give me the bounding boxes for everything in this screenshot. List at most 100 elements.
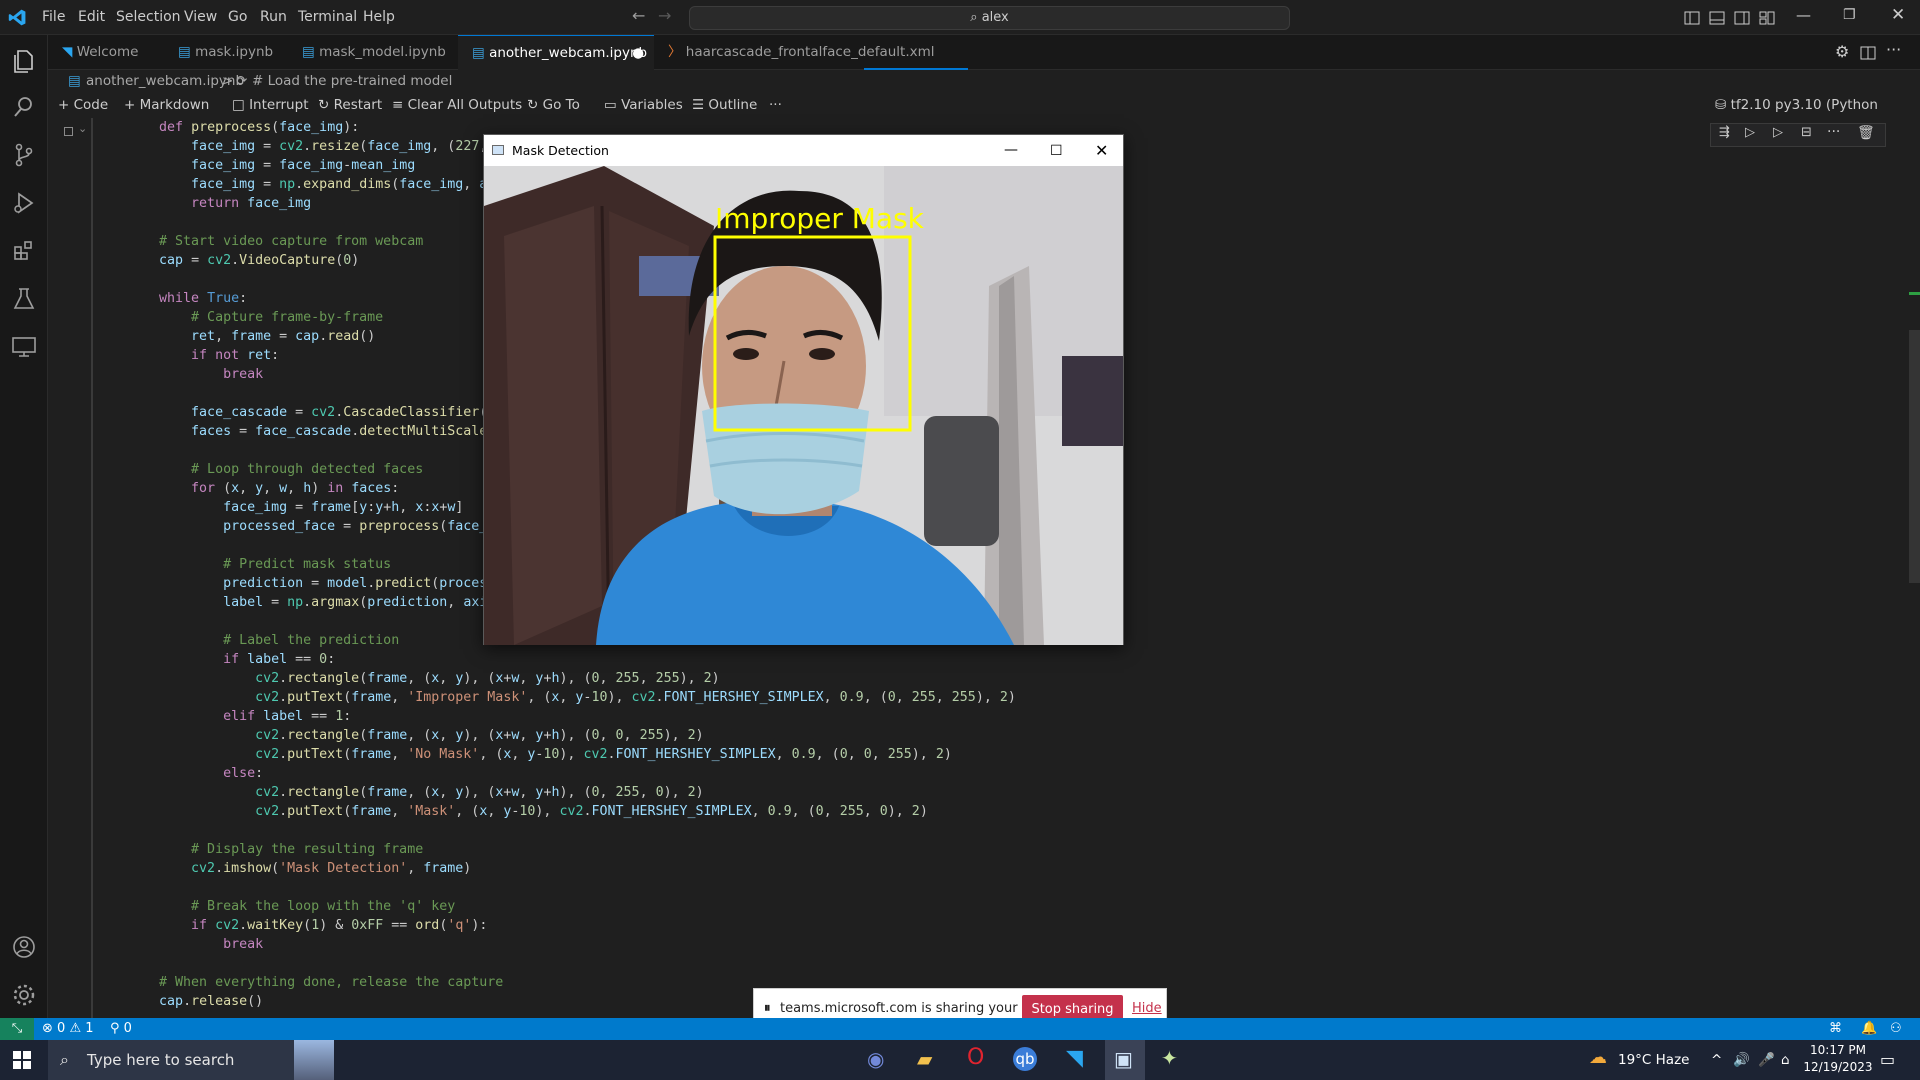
file-explorer-icon[interactable]: ▰ [917,1047,932,1071]
qbittorrent-icon[interactable]: qb [1013,1047,1037,1071]
cell-checkbox-icon[interactable] [64,127,73,136]
add-code-cell-button[interactable]: + Code [58,92,108,118]
code-line[interactable]: else: [127,764,1016,783]
run-by-line-icon[interactable]: ⇶ [1719,125,1730,140]
account-icon[interactable] [10,933,38,961]
tab-another-webcam-ipynb[interactable]: ▤ another_webcam.ipynb ● [458,35,654,70]
tab-mask-model-ipynb[interactable]: ▤ mask_model.ipynb [288,35,458,70]
extensions-icon[interactable] [10,237,38,265]
menu-selection[interactable]: Selection [116,0,181,35]
vscode-taskbar-icon[interactable]: ◥ [1066,1046,1083,1071]
notifications-icon[interactable]: ▭ [1880,1040,1895,1080]
opera-icon[interactable]: O [967,1045,984,1070]
code-line[interactable]: cv2.imshow('Mask Detection', frame) [127,859,1016,878]
menu-view[interactable]: View [184,0,217,35]
volume-icon[interactable]: 🔊 [1733,1040,1750,1080]
gear-icon[interactable] [10,981,38,1009]
minimize-icon[interactable]: — [1796,6,1811,24]
menu-file[interactable]: File [42,0,65,35]
menu-terminal[interactable]: Terminal [298,0,357,35]
code-line[interactable]: cv2.rectangle(frame, (x, y), (x+w, y+h),… [127,783,1016,802]
variables-button[interactable]: ▭ Variables [604,92,683,118]
clock[interactable]: 10:17 PM 12/19/2023 [1803,1042,1873,1078]
code-line[interactable]: cv2.putText(frame, 'Improper Mask', (x, … [127,688,1016,707]
notifications-bell-icon[interactable]: 🔔 [1861,1018,1877,1040]
execute-above-icon[interactable]: ▷ [1745,125,1755,140]
feedback-icon[interactable]: ⚇ [1890,1018,1902,1040]
window-title-bar[interactable]: Mask Detection — ☐ ✕ [484,135,1123,166]
tab-welcome[interactable]: ◥ Welcome [48,35,164,70]
code-line[interactable]: break [127,935,1016,954]
explorer-icon[interactable] [10,47,38,75]
customize-layout-icon[interactable] [1759,10,1775,26]
python-app-icon[interactable]: ✦ [1161,1046,1178,1070]
more-actions-icon[interactable]: ··· [1886,40,1901,59]
split-cell-icon[interactable]: ⊟ [1801,125,1812,140]
minimize-icon[interactable]: — [1004,135,1018,166]
breadcrumb-file[interactable]: another_webcam.ipynb [86,70,244,92]
discord-icon[interactable]: ◉ [867,1047,884,1071]
vertical-scrollbar[interactable] [1909,330,1920,583]
menu-help[interactable]: Help [363,0,395,35]
outline-button[interactable]: ☰ Outline [692,92,757,118]
restore-icon[interactable]: ❐ [1843,7,1856,23]
go-to-button[interactable]: ↻ Go To [527,92,580,118]
unsaved-dot-icon[interactable]: ● [632,36,644,71]
code-line[interactable] [127,954,1016,973]
toggle-sidebar-icon[interactable] [1684,10,1700,26]
code-line[interactable] [127,878,1016,897]
taskbar-search[interactable]: ⌕ Type here to search [48,1040,334,1080]
command-center[interactable]: ⌕ alex [689,6,1290,30]
more-actions-icon[interactable]: ··· [1827,124,1840,140]
weather-text[interactable]: 19°C Haze [1618,1040,1689,1080]
code-line[interactable]: cv2.putText(frame, 'Mask', (x, y-10), cv… [127,802,1016,821]
code-line[interactable]: elif label == 1: [127,707,1016,726]
breadcrumb-cell[interactable]: # Load the pre-trained model [252,70,452,92]
tab-mask-ipynb[interactable]: ▤ mask.ipynb [164,35,288,70]
testing-icon[interactable] [10,285,38,313]
execute-below-icon[interactable]: ▷ [1773,125,1783,140]
menu-run[interactable]: Run [260,0,287,35]
code-line[interactable] [127,821,1016,840]
microphone-icon[interactable]: 🎤 [1758,1040,1775,1080]
split-editor-icon[interactable] [1860,45,1876,61]
interrupt-button[interactable]: □ Interrupt [232,92,308,118]
ports-indicator[interactable]: ⚲ 0 [110,1018,132,1040]
mask-detection-window[interactable]: Mask Detection — ☐ ✕ Improper Mask [483,134,1124,645]
network-icon[interactable]: ⌂ [1781,1040,1790,1080]
close-icon[interactable]: ✕ [1891,5,1905,25]
windows-start-icon[interactable] [13,1051,31,1069]
search-icon[interactable] [10,93,38,121]
menu-edit[interactable]: Edit [78,0,105,35]
code-line[interactable]: if label == 0: [127,650,1016,669]
menu-go[interactable]: Go [228,0,247,35]
add-markdown-cell-button[interactable]: + Markdown [124,92,209,118]
gear-icon[interactable]: ⚙ [1835,42,1849,61]
clear-all-outputs-button[interactable]: ≡ Clear All Outputs [392,92,522,118]
code-line[interactable]: cv2.rectangle(frame, (x, y), (x+w, y+h),… [127,726,1016,745]
toggle-secondary-sidebar-icon[interactable] [1734,10,1750,26]
code-line[interactable]: # Display the resulting frame [127,840,1016,859]
python-window-icon[interactable]: ▣ [1114,1047,1133,1071]
run-debug-icon[interactable] [10,189,38,217]
source-control-icon[interactable] [10,141,38,169]
chevron-down-icon[interactable]: ⌄ [78,122,87,135]
remote-indicator[interactable]: ⤡ [0,1018,34,1040]
toggle-panel-icon[interactable] [1709,10,1725,26]
restart-button[interactable]: ↻ Restart [318,92,382,118]
chevron-up-icon[interactable]: ^ [1711,1040,1722,1080]
more-actions-icon[interactable]: ··· [769,92,782,118]
code-line[interactable]: # Break the loop with the 'q' key [127,897,1016,916]
code-line[interactable]: if cv2.waitKey(1) & 0xFF == ord('q'): [127,916,1016,935]
back-arrow-icon[interactable]: ← [632,6,645,25]
maximize-icon[interactable]: ☐ [1050,136,1063,167]
copilot-icon[interactable]: ⌘ [1829,1018,1842,1040]
forward-arrow-icon[interactable]: → [658,6,671,25]
code-line[interactable]: cv2.putText(frame, 'No Mask', (x, y-10),… [127,745,1016,764]
close-icon[interactable]: ✕ [1095,135,1108,166]
tab-haarcascade-xml[interactable]: 〉 haarcascade_frontalface_default.xml [654,35,964,70]
remote-explorer-icon[interactable] [10,333,38,361]
delete-icon[interactable]: 🗑 [1857,125,1875,141]
problems-indicator[interactable]: ⊗ 0 ⚠ 1 [42,1018,94,1040]
code-line[interactable]: cv2.rectangle(frame, (x, y), (x+w, y+h),… [127,669,1016,688]
